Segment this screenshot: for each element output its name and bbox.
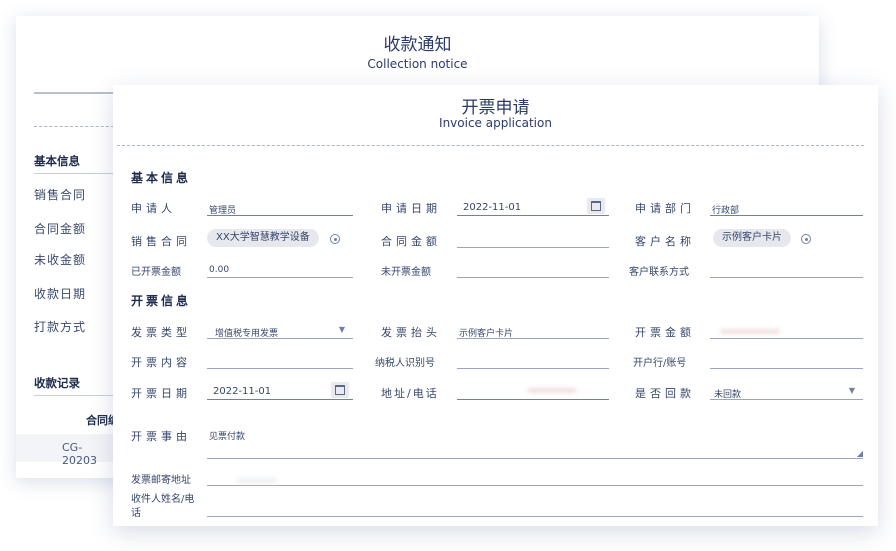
invoice-application-title: 开票申请: [461, 98, 530, 118]
add-circle-icon[interactable]: [330, 234, 340, 244]
redacted-value: [527, 388, 577, 393]
contract-amount-field[interactable]: [457, 230, 609, 248]
mail-address-field[interactable]: [207, 468, 863, 486]
redacted-value: [720, 329, 780, 334]
invoice-info-heading: 开票信息: [131, 294, 192, 308]
tax-id-field[interactable]: [457, 351, 609, 369]
recipient-field[interactable]: [207, 499, 863, 517]
invoice-reason-value: 见票付款: [209, 432, 246, 442]
customer-label: 客户名称: [635, 235, 695, 248]
invoice-type-select[interactable]: 增值税专用发票 ▼: [207, 321, 353, 339]
returned-select[interactable]: 未回款 ▼: [710, 382, 863, 400]
resize-handle-icon[interactable]: ◢: [857, 449, 863, 458]
bank-account-label: 开户行/账号: [633, 358, 687, 369]
collection-notice-title: 收款通知: [383, 35, 452, 55]
invoice-reason-label: 开票事由: [131, 430, 191, 443]
bank-account-field[interactable]: [710, 351, 863, 369]
collection-notice-subtitle: Collection notice: [367, 57, 468, 71]
chevron-down-icon[interactable]: ▼: [849, 386, 855, 395]
divider: [34, 126, 114, 127]
uninvoiced-amount-field[interactable]: [457, 260, 609, 278]
invoiced-amount-label: 已开票金额: [131, 267, 181, 278]
payment-method-label: 打款方式: [34, 320, 87, 334]
calendar-icon[interactable]: [587, 198, 605, 214]
invoice-type-label: 发票类型: [131, 326, 191, 339]
address-phone-field[interactable]: [457, 382, 609, 400]
invoiced-amount-field[interactable]: 0.00: [207, 260, 353, 278]
apply-date-value: 2022-11-01: [463, 202, 522, 213]
table-row[interactable]: CG-20203: [16, 434, 113, 467]
applicant-field[interactable]: 管理员: [207, 198, 353, 216]
dept-value: 行政部: [712, 206, 740, 216]
contract-amount-label: 合同金额: [34, 222, 87, 236]
applicant-value: 管理员: [209, 206, 237, 216]
contract-amount-label: 合同金额: [381, 235, 441, 248]
uninvoiced-amount-label: 未开票金额: [381, 267, 431, 278]
invoice-amount-field[interactable]: [710, 321, 863, 339]
returned-value: 未回款: [714, 390, 742, 400]
address-phone-label: 地址/电话: [381, 387, 439, 400]
basic-info-heading: 基本信息: [131, 171, 192, 185]
invoice-header-label: 发票抬头: [381, 326, 441, 339]
divider: [117, 145, 864, 146]
records-heading: 收款记录: [34, 376, 80, 390]
add-circle-icon[interactable]: [801, 234, 811, 244]
customer-contact-field[interactable]: [710, 260, 863, 278]
customer-contact-label: 客户联系方式: [629, 267, 689, 278]
recipient-label: 收件人姓名/电话: [131, 494, 195, 519]
invoice-type-value: 增值税专用发票: [215, 329, 279, 339]
contract-number-cell: CG-20203: [62, 441, 97, 467]
invoice-reason-textarea[interactable]: 见票付款 ◢: [207, 423, 863, 459]
invoice-date-label: 开票日期: [131, 387, 191, 400]
tax-id-label: 纳税人识别号: [375, 358, 435, 369]
apply-date-label: 申请日期: [381, 202, 441, 215]
divider: [34, 173, 114, 174]
dept-label: 申请部门: [635, 202, 695, 215]
chevron-down-icon[interactable]: ▼: [339, 325, 345, 334]
receipt-date-label: 收款日期: [34, 287, 87, 301]
mail-address-label: 发票邮寄地址: [131, 475, 191, 486]
customer-chip[interactable]: 示例客户卡片: [713, 229, 791, 247]
sales-contract-chip[interactable]: XX大学智慧教学设备: [207, 229, 319, 247]
invoice-date-field[interactable]: 2022-11-01: [207, 382, 353, 400]
sales-contract-label: 销售合同: [131, 235, 191, 248]
dept-field[interactable]: 行政部: [710, 198, 863, 216]
calendar-icon[interactable]: [331, 382, 349, 398]
invoice-header-field[interactable]: 示例客户卡片: [457, 321, 609, 339]
apply-date-field[interactable]: 2022-11-01: [457, 198, 609, 216]
invoice-content-field[interactable]: [207, 351, 353, 369]
applicant-label: 申请人: [131, 202, 176, 215]
divider: [34, 92, 114, 94]
redacted-value: [237, 478, 277, 483]
divider: [34, 395, 114, 396]
invoice-header-value: 示例客户卡片: [459, 329, 514, 339]
invoiced-amount-value: 0.00: [209, 265, 230, 275]
invoice-date-value: 2022-11-01: [213, 386, 272, 397]
invoice-amount-label: 开票金额: [635, 326, 695, 339]
returned-label: 是否回款: [635, 387, 695, 400]
sales-contract-label: 销售合同: [34, 188, 87, 202]
invoice-application-subtitle: Invoice application: [439, 116, 552, 130]
invoice-application-card: 开票申请 Invoice application 基本信息 申请人 管理员 申请…: [113, 85, 878, 526]
basic-info-heading: 基本信息: [34, 154, 80, 168]
unreceived-amount-label: 未收金额: [34, 253, 87, 267]
invoice-content-label: 开票内容: [131, 356, 191, 369]
